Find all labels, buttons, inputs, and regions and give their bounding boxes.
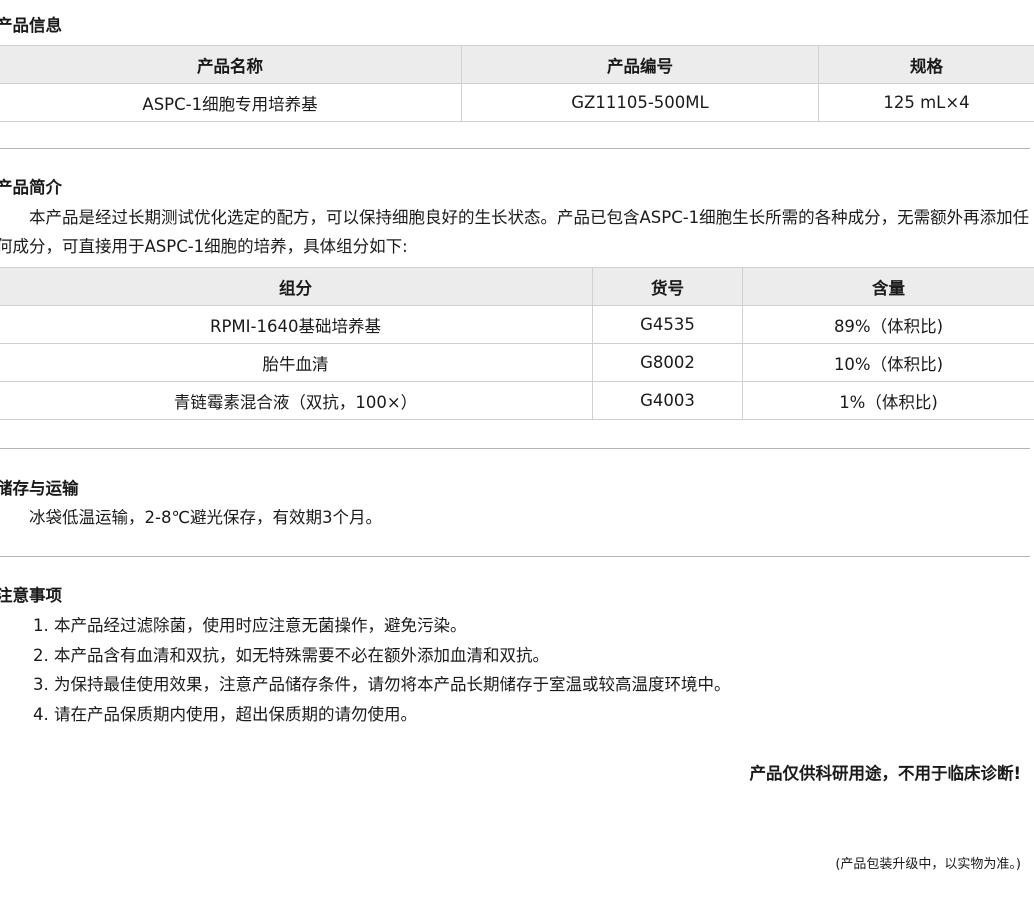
header-item-number: 货号 bbox=[592, 267, 743, 306]
cell-item-number: G4003 bbox=[592, 381, 743, 420]
intro-paragraph: 本产品是经过长期测试优化选定的配方，可以保持细胞良好的生长状态。产品已包含ASP… bbox=[0, 208, 1030, 256]
product-info-table: 产品名称 产品编号 规格 ASPC-1细胞专用培养基 GZ11105-500ML… bbox=[0, 45, 1034, 122]
cell-product-code: GZ11105-500ML bbox=[461, 83, 819, 122]
table-row: RPMI-1640基础培养基 G4535 89%（体积比) bbox=[0, 305, 1034, 344]
components-table: 组分 货号 含量 RPMI-1640基础培养基 G4535 89%（体积比) 胎… bbox=[0, 267, 1034, 420]
research-use-warning: 产品仅供科研用途，不用于临床诊断! bbox=[749, 764, 1021, 783]
divider bbox=[0, 448, 1030, 449]
table-row: 胎牛血清 G8002 10%（体积比) bbox=[0, 343, 1034, 382]
cell-component: 青链霉素混合液（双抗，100×） bbox=[0, 381, 593, 420]
list-item: 2. 本产品含有血清和双抗，如无特殊需要不必在额外添加血清和双抗。 bbox=[33, 645, 549, 665]
cell-component: RPMI-1640基础培养基 bbox=[0, 305, 593, 344]
packaging-footnote: (产品包装升级中，以实物为准。) bbox=[835, 857, 1021, 872]
divider bbox=[0, 148, 1030, 149]
list-item: 1. 本产品经过滤除菌，使用时应注意无菌操作，避免污染。 bbox=[33, 616, 467, 635]
list-item: 4. 请在产品保质期内使用，超出保质期的请勿使用。 bbox=[33, 704, 417, 724]
table-header-row: 组分 货号 含量 bbox=[0, 267, 1034, 306]
section-title-notes: 注意事项 bbox=[0, 586, 62, 605]
section-title-product-info: 产品信息 bbox=[0, 16, 62, 35]
cell-item-number: G4535 bbox=[592, 305, 743, 344]
cell-product-name: ASPC-1细胞专用培养基 bbox=[0, 83, 462, 122]
list-item: 3. 为保持最佳使用效果，注意产品储存条件，请勿将本产品长期储存于室温或较高温度… bbox=[33, 675, 731, 694]
section-title-storage: 储存与运输 bbox=[0, 479, 79, 498]
section-title-intro: 产品简介 bbox=[0, 178, 62, 197]
notes-list: 1. 本产品经过滤除菌，使用时应注意无菌操作，避免污染。 2. 本产品含有血清和… bbox=[33, 611, 731, 729]
header-product-code: 产品编号 bbox=[461, 45, 819, 84]
cell-spec: 125 mL×4 bbox=[818, 83, 1034, 122]
storage-paragraph: 冰袋低温运输，2-8℃避光保存，有效期3个月。 bbox=[0, 508, 382, 527]
header-spec: 规格 bbox=[818, 45, 1034, 84]
divider bbox=[0, 556, 1030, 557]
cell-item-number: G8002 bbox=[592, 343, 743, 382]
cell-component: 胎牛血清 bbox=[0, 343, 593, 382]
cell-content: 10%（体积比) bbox=[742, 343, 1034, 382]
header-product-name: 产品名称 bbox=[0, 45, 462, 84]
table-row: 青链霉素混合液（双抗，100×） G4003 1%（体积比) bbox=[0, 381, 1034, 420]
cell-content: 89%（体积比) bbox=[742, 305, 1034, 344]
table-row: ASPC-1细胞专用培养基 GZ11105-500ML 125 mL×4 bbox=[0, 83, 1034, 122]
table-header-row: 产品名称 产品编号 规格 bbox=[0, 45, 1034, 84]
cell-content: 1%（体积比) bbox=[742, 381, 1034, 420]
header-content: 含量 bbox=[742, 267, 1034, 306]
header-component: 组分 bbox=[0, 267, 593, 306]
